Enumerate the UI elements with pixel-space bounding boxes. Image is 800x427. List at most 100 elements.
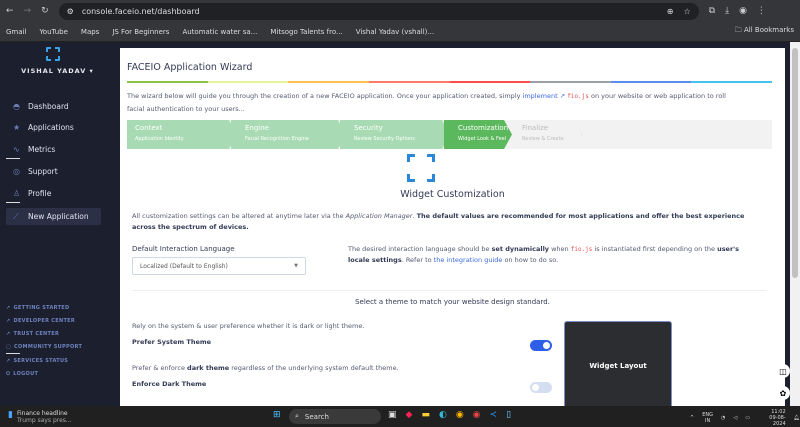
- assistant-icon[interactable]: ✿: [776, 386, 790, 400]
- language-select[interactable]: Localized (Default to English) ▼: [132, 257, 306, 275]
- dark-theme-desc: Prefer & enforce dark theme regardless o…: [132, 364, 399, 372]
- forward-icon[interactable]: →: [24, 6, 32, 16]
- pulse-icon: ∿: [13, 145, 20, 154]
- scrollbar[interactable]: [790, 42, 800, 406]
- footer-link-trust-center[interactable]: ↗ TRUST CENTER: [6, 331, 59, 337]
- sidebar-item-dashboard[interactable]: ◓ Dashboard: [6, 98, 101, 115]
- profile-avatar[interactable]: ◉: [739, 6, 747, 16]
- integration-guide-link[interactable]: the integration guide: [434, 256, 503, 264]
- site-info-icon[interactable]: ⚙: [67, 7, 74, 16]
- user-menu[interactable]: VISHAL YADAV ▾: [0, 67, 115, 75]
- step-customization[interactable]: Customization Widget Look & Feel: [444, 120, 512, 149]
- divider: [132, 290, 767, 291]
- sidebar-item-applications[interactable]: ★ Applications: [6, 119, 101, 136]
- user-name: VISHAL YADAV: [21, 67, 87, 75]
- dark-desc-c: regardless of the underlying system defa…: [229, 364, 399, 372]
- language-indicator[interactable]: ENG IN: [702, 412, 713, 424]
- menu-icon[interactable]: ⋮: [757, 6, 766, 16]
- region: IN: [704, 418, 711, 424]
- dashboard-icon: ◓: [13, 102, 20, 111]
- headset-icon: ◎: [13, 167, 20, 176]
- step-finalize[interactable]: Finalize Review & Create: [512, 120, 582, 149]
- download-icon[interactable]: ⤓: [725, 6, 729, 16]
- task-view-icon[interactable]: ▣: [388, 410, 397, 420]
- bookmark[interactable]: Mitsogo Talents fro...: [270, 28, 342, 36]
- color-bar-segment: [207, 81, 289, 83]
- bookmark[interactable]: JS For Beginners: [112, 28, 169, 36]
- step-title: Engine: [245, 124, 269, 132]
- bookmark[interactable]: Maps: [81, 28, 99, 36]
- footer-label: SERVICES STATUS: [13, 358, 69, 364]
- sidebar-item-metrics[interactable]: ∿ Metrics: [6, 141, 101, 158]
- chrome-profile-icon[interactable]: ◉: [473, 410, 481, 420]
- battery-icon[interactable]: ▭: [745, 415, 750, 421]
- system-tray: ^ ENG IN ◔ ◁ ▭ 11:02 09-08-2024 🔔︎: [690, 409, 800, 427]
- url-text[interactable]: console.faceio.net/dashboard: [82, 7, 200, 16]
- step-title: Customization: [458, 124, 509, 132]
- enforce-dark-theme-toggle[interactable]: [530, 382, 552, 393]
- step-sub: Review & Create: [522, 136, 564, 142]
- implement-link[interactable]: implement: [523, 92, 558, 100]
- scrollbar-thumb[interactable]: [792, 48, 798, 278]
- footer-link-developer-center[interactable]: ↗ DEVELOPER CENTER: [6, 318, 75, 324]
- volume-icon[interactable]: ◁: [733, 415, 737, 421]
- sidebar-item-new-application[interactable]: ⟋ New Application: [6, 208, 101, 225]
- help-d: is instantiated first depending on the: [592, 245, 718, 253]
- vscode-icon[interactable]: ≺: [490, 410, 498, 420]
- step-security[interactable]: Security Review Security Options: [340, 120, 450, 149]
- chevron-down-icon: ▼: [294, 263, 298, 269]
- file-explorer-icon[interactable]: ▬: [421, 410, 430, 420]
- wifi-icon[interactable]: ◔: [721, 415, 725, 421]
- step-title: Context: [135, 124, 163, 132]
- nav-label: Profile: [28, 189, 52, 198]
- bookmark[interactable]: Vishal Yadav (vshall)...: [356, 28, 434, 36]
- step-title: Finalize: [522, 124, 549, 132]
- taskbar-search[interactable]: ⌕ Search: [289, 409, 381, 424]
- news-sub: Trump says pres...: [16, 417, 72, 424]
- reading-mode-icon[interactable]: ◫: [776, 364, 790, 378]
- search-label: Search: [304, 412, 329, 421]
- notification-icon[interactable]: 🔔︎: [794, 415, 800, 421]
- bookmarks-bar: Gmail YouTube Maps JS For Beginners Auto…: [0, 22, 800, 42]
- address-bar[interactable]: ⚙ console.faceio.net/dashboard ⊕ ☆: [58, 2, 699, 20]
- bookmark[interactable]: Gmail: [6, 28, 26, 36]
- footer-link-services-status[interactable]: ↗ SERVICES STATUS: [6, 358, 68, 364]
- footer-link-community-support[interactable]: ▢ COMMUNITY SUPPORT: [6, 344, 82, 350]
- chevron-up-icon[interactable]: ^: [690, 415, 694, 421]
- bookmark[interactable]: YouTube: [39, 28, 67, 36]
- footer-link-getting-started[interactable]: ↗ GETTING STARTED: [6, 305, 69, 311]
- zoom-icon[interactable]: ⊕: [667, 7, 674, 16]
- nav-label: Metrics: [28, 145, 56, 154]
- desc-a: All customization settings can be altere…: [132, 212, 346, 220]
- divider: [6, 353, 20, 354]
- step-context[interactable]: Context Application Identity: [127, 120, 237, 149]
- step-sub: Review Security Options: [354, 136, 415, 142]
- sidebar-item-profile[interactable]: ♙ Profile: [6, 185, 101, 202]
- sidebar-item-support[interactable]: ◎ Support: [6, 163, 101, 180]
- taskbar-icons: ⊞: [273, 410, 281, 420]
- help-c: when: [549, 245, 571, 253]
- edge-icon[interactable]: ◐: [439, 410, 447, 420]
- all-bookmarks[interactable]: 🗀 All Bookmarks: [735, 26, 794, 37]
- logout-link[interactable]: ⏻ LOGOUT: [6, 371, 38, 377]
- help-code: fio.js: [570, 246, 593, 253]
- back-icon[interactable]: ←: [6, 6, 14, 16]
- footer-label: DEVELOPER CENTER: [13, 318, 76, 324]
- color-bar-segment: [127, 81, 208, 83]
- help-a: The desired interaction language should …: [348, 245, 492, 253]
- step-engine[interactable]: Engine Facial Recognition Engine: [231, 120, 346, 149]
- reload-icon[interactable]: ↻: [41, 6, 49, 16]
- chrome-icon[interactable]: ◉: [456, 410, 464, 420]
- footer-label: TRUST CENTER: [13, 331, 60, 337]
- color-bar: [127, 81, 772, 83]
- star-icon[interactable]: ☆: [683, 7, 690, 16]
- preview-label: Widget Layout: [589, 362, 647, 370]
- extensions-icon[interactable]: ⧉: [709, 6, 715, 16]
- phone-link-icon[interactable]: ▯: [506, 410, 511, 420]
- news-widget[interactable]: ▮ Finance headline Trump says pres...: [8, 410, 72, 424]
- clock[interactable]: 11:02 09-08-2024: [758, 409, 785, 427]
- prefer-system-theme-toggle[interactable]: [530, 340, 552, 351]
- bookmark[interactable]: Automatic water sa...: [182, 28, 257, 36]
- brave-icon[interactable]: ◆: [406, 410, 413, 420]
- windows-start-icon[interactable]: ⊞: [273, 410, 281, 420]
